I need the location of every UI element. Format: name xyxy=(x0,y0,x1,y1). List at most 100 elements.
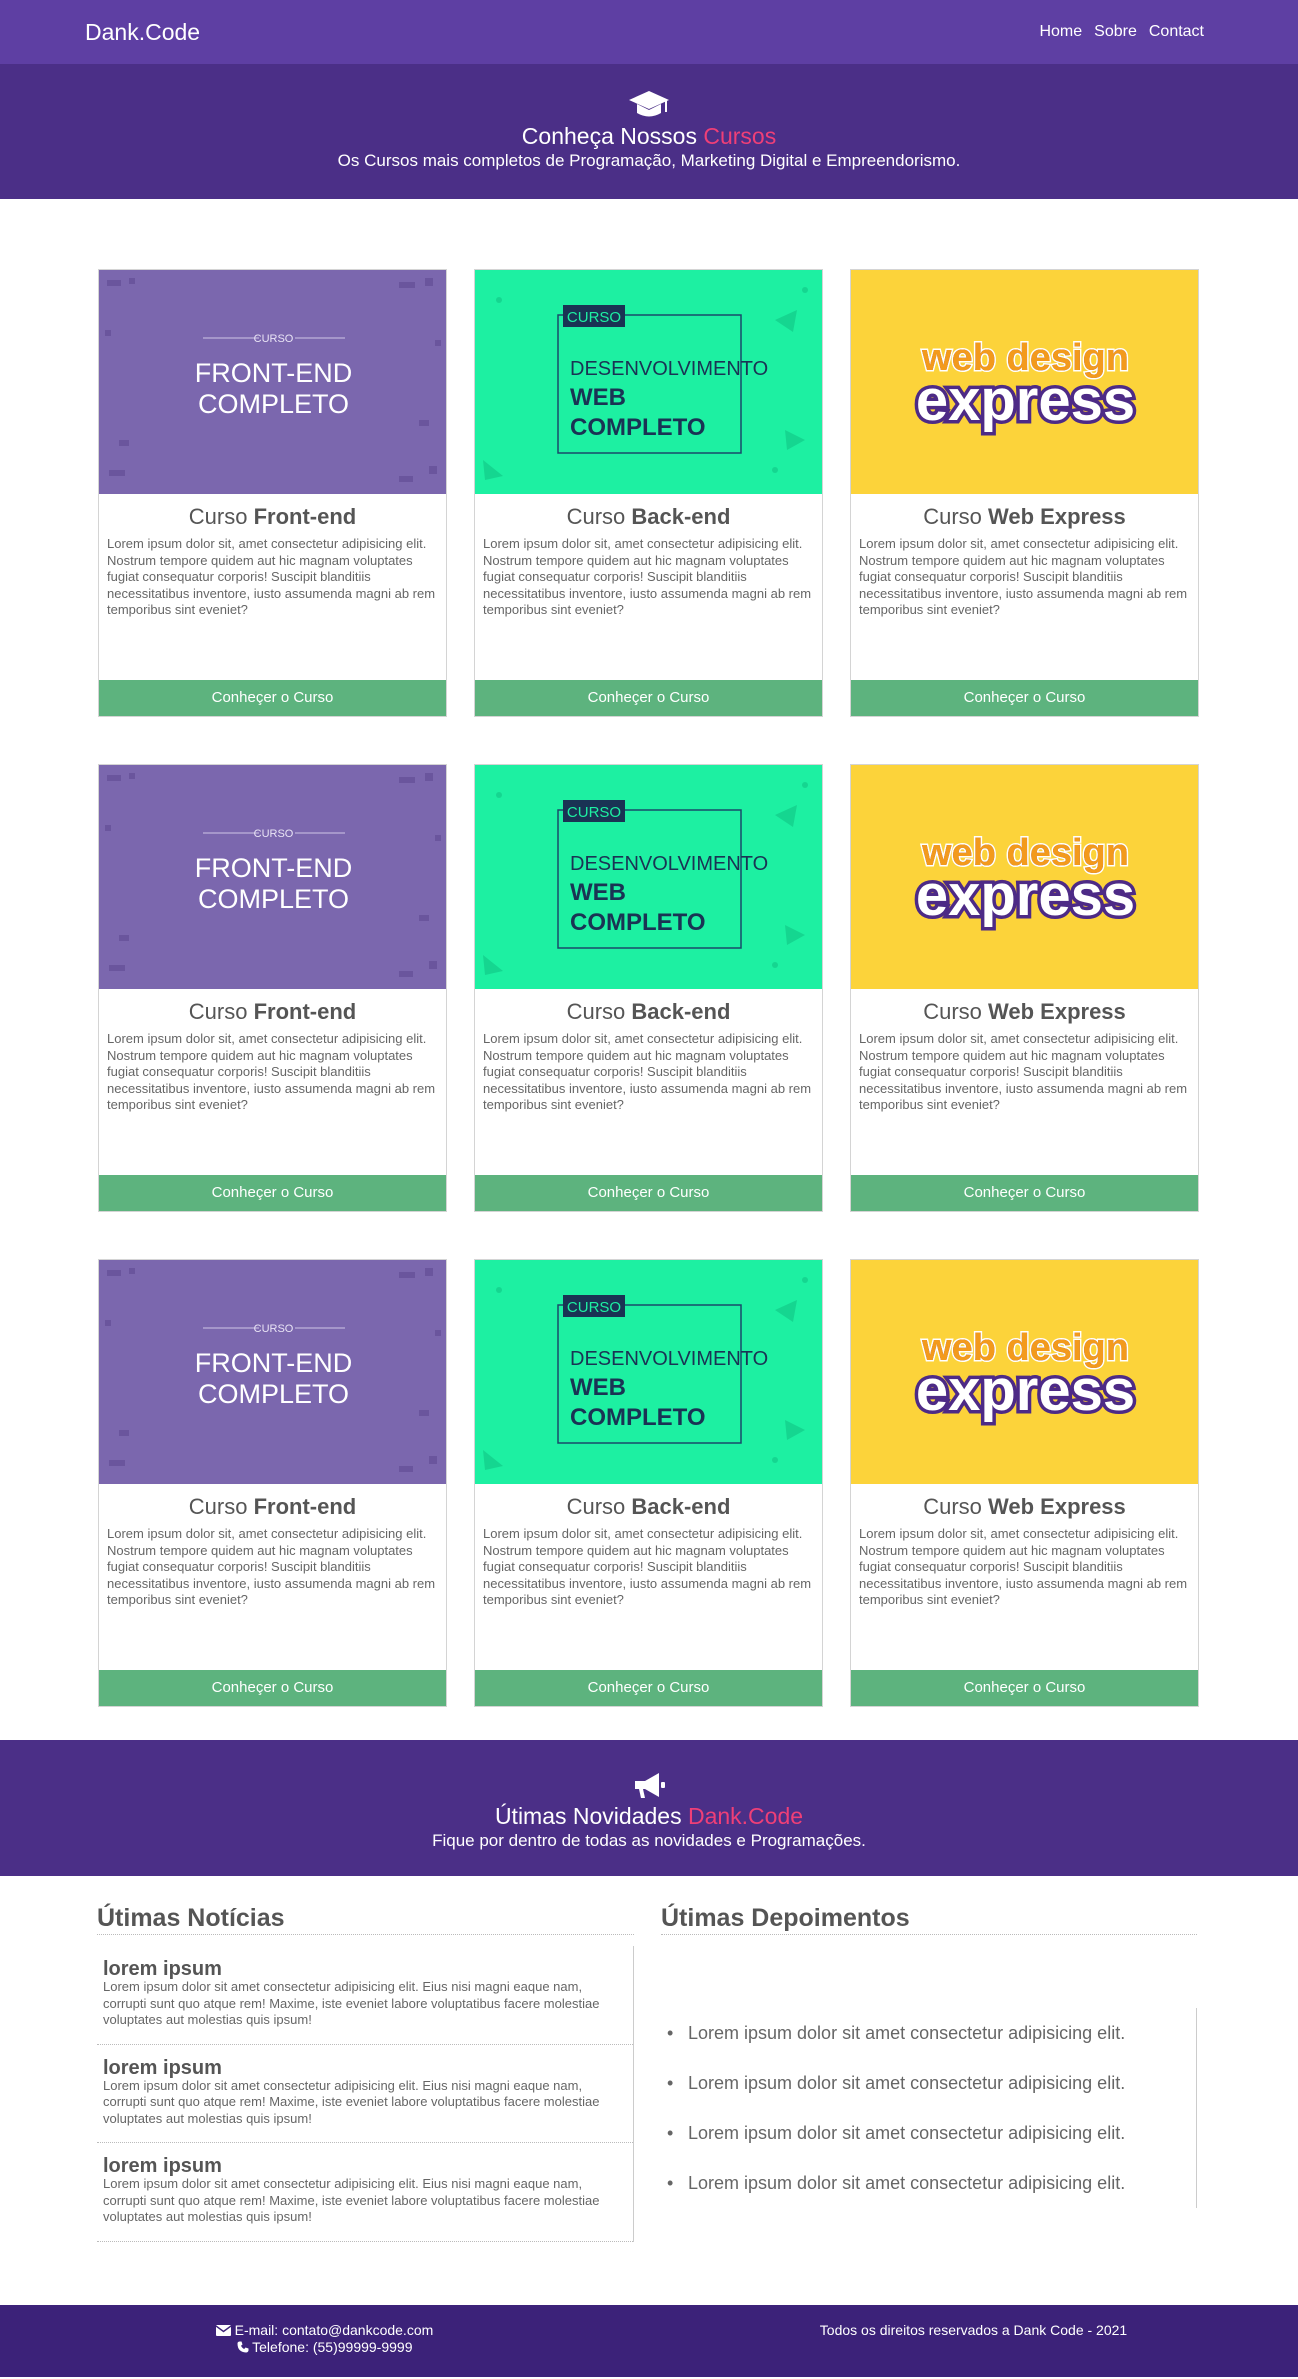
thumb-front-line1: FRONT-END xyxy=(195,358,353,388)
course-card-web: web design web design express Curso Web Exp… xyxy=(850,269,1199,717)
news-list: lorem ipsum Lorem ipsum dolor sit amet c… xyxy=(97,1946,634,2242)
thumb-back-line3: COMPLETO xyxy=(570,1404,706,1431)
testimonial-item: Lorem ipsum dolor sit amet consectetur a… xyxy=(667,2108,1196,2158)
testimonials-title: Útimas Depoimentos xyxy=(661,1904,1197,1935)
course-thumbnail[interactable]: web design web design express xyxy=(851,765,1198,989)
news-item[interactable]: lorem ipsum Lorem ipsum dolor sit amet c… xyxy=(97,2143,633,2242)
thumb-front-line1: FRONT-END xyxy=(195,853,353,883)
course-card-front: CURSO FRONT-END COMPLETO Curso Front-end Lor… xyxy=(98,269,447,717)
thumb-front-line2: COMPLETO xyxy=(198,1379,349,1409)
thumb-back-line1: DESENVOLVIMENTO xyxy=(570,1348,768,1370)
course-title-plain: Curso xyxy=(923,999,988,1024)
course-thumbnail[interactable]: CURSO DESENVOLVIMENTO WEB COMPLETO xyxy=(475,1260,822,1484)
footer-email[interactable]: E-mail: contato@dankcode.com xyxy=(235,2322,434,2338)
course-description: Lorem ipsum dolor sit, amet consectetur … xyxy=(483,1526,812,1607)
news-item[interactable]: lorem ipsum Lorem ipsum dolor sit amet c… xyxy=(97,2045,633,2143)
course-button[interactable]: Conheçer o Curso xyxy=(475,680,822,716)
course-thumbnail[interactable]: CURSO FRONT-END COMPLETO xyxy=(99,765,446,989)
course-description: Lorem ipsum dolor sit, amet consectetur … xyxy=(107,1526,436,1607)
course-title-plain: Curso xyxy=(188,1494,254,1519)
course-thumbnail[interactable]: CURSO FRONT-END COMPLETO xyxy=(99,270,446,494)
course-title-bold: Back-end xyxy=(631,1494,731,1519)
thumb-front-small: CURSO xyxy=(254,333,294,345)
nav-home[interactable]: Home xyxy=(1039,23,1082,41)
course-description: Lorem ipsum dolor sit, amet consectetur … xyxy=(859,1526,1188,1607)
course-button[interactable]: Conheçer o Curso xyxy=(851,1175,1198,1211)
footer-rights: Todos os direitos reservados a Dank Code… xyxy=(819,2322,1128,2338)
thumb-web-line2: express xyxy=(916,368,1135,433)
course-description: Lorem ipsum dolor sit, amet consectetur … xyxy=(107,536,436,617)
course-title: Curso Back-end xyxy=(475,999,822,1025)
course-card-back: CURSO DESENVOLVIMENTO WEB COMPLETO Curso Bac… xyxy=(474,764,823,1212)
course-thumbnail[interactable]: CURSO DESENVOLVIMENTO WEB COMPLETO xyxy=(475,270,822,494)
course-thumbnail[interactable]: web design web design express xyxy=(851,270,1198,494)
news-and-testimonials: Útimas Notícias lorem ipsum Lorem ipsum … xyxy=(0,1876,1298,2305)
testimonial-item: Lorem ipsum dolor sit amet consectetur a… xyxy=(667,2158,1196,2208)
thumb-front-line1: FRONT-END xyxy=(195,1348,353,1378)
courses-hero: Conheça Nossos Cursos Os Cursos mais com… xyxy=(0,64,1298,199)
course-card-front: CURSO FRONT-END COMPLETO Curso Front-end Lor… xyxy=(98,1259,447,1707)
course-description: Lorem ipsum dolor sit, amet consectetur … xyxy=(483,1031,812,1112)
course-title-bold: Web Express xyxy=(988,504,1126,529)
news-band-subtitle: Fique por dentro de todas as novidades e… xyxy=(432,1831,866,1850)
course-title: Curso Front-end xyxy=(99,1494,446,1520)
course-button[interactable]: Conheçer o Curso xyxy=(851,1670,1198,1706)
nav-sobre[interactable]: Sobre xyxy=(1094,23,1137,41)
course-title: Curso Front-end xyxy=(99,504,446,530)
navbar: Dank.Code Home Sobre Contact xyxy=(0,0,1298,64)
course-description: Lorem ipsum dolor sit, amet consectetur … xyxy=(107,1031,436,1112)
course-thumbnail[interactable]: CURSO FRONT-END COMPLETO xyxy=(99,1260,446,1484)
course-button[interactable]: Conheçer o Curso xyxy=(475,1175,822,1211)
nav-contact[interactable]: Contact xyxy=(1149,23,1204,41)
testimonials-column: Útimas Depoimentos Lorem ipsum dolor sit… xyxy=(661,1904,1197,2305)
thumb-front-small: CURSO xyxy=(254,828,294,840)
phone-icon xyxy=(237,2339,253,2355)
course-button[interactable]: Conheçer o Curso xyxy=(475,1670,822,1706)
hero-title-accent: Cursos xyxy=(703,123,777,149)
course-card-web: web design web design express Curso Web Exp… xyxy=(850,764,1199,1212)
course-button[interactable]: Conheçer o Curso xyxy=(99,1175,446,1211)
course-button[interactable]: Conheçer o Curso xyxy=(851,680,1198,716)
hero-title-prefix: Conheça Nossos xyxy=(521,123,704,149)
course-title-plain: Curso xyxy=(566,999,632,1024)
news-band-title: Útimas Novidades Dank.Code xyxy=(0,1802,1298,1830)
course-title-plain: Curso xyxy=(923,1494,988,1519)
news-text: Lorem ipsum dolor sit amet consectetur a… xyxy=(103,2077,600,2126)
news-band-title-prefix: Útimas Novidades xyxy=(494,1803,688,1829)
course-title-plain: Curso xyxy=(566,1494,632,1519)
course-description: Lorem ipsum dolor sit, amet consectetur … xyxy=(483,536,812,617)
footer-phone[interactable]: Telefone: (55)99999-9999 xyxy=(252,2339,412,2355)
brand-logo[interactable]: Dank.Code xyxy=(85,19,200,46)
course-title-bold: Web Express xyxy=(988,999,1126,1024)
news-text: Lorem ipsum dolor sit amet consectetur a… xyxy=(103,2176,600,2224)
thumb-back-tag: CURSO xyxy=(567,1299,621,1316)
course-card-back: CURSO DESENVOLVIMENTO WEB COMPLETO Curso Bac… xyxy=(474,1259,823,1707)
courses-section: CURSO FRONT-END COMPLETO Curso Front-end Lor… xyxy=(0,199,1298,1740)
news-heading: lorem ipsum xyxy=(103,2155,222,2177)
course-description: Lorem ipsum dolor sit, amet consectetur … xyxy=(859,536,1188,617)
course-card-back: CURSO DESENVOLVIMENTO WEB COMPLETO Curso Bac… xyxy=(474,269,823,717)
footer-email-row: E-mail: contato@dankcode.com xyxy=(0,2322,649,2339)
course-title-bold: Front-end xyxy=(253,504,357,529)
course-thumbnail[interactable]: web design web design express xyxy=(851,1260,1198,1484)
course-title-bold: Front-end xyxy=(253,999,357,1024)
course-thumbnail[interactable]: CURSO DESENVOLVIMENTO WEB COMPLETO xyxy=(475,765,822,989)
course-title-plain: Curso xyxy=(923,504,988,529)
course-title: Curso Back-end xyxy=(475,504,822,530)
course-button[interactable]: Conheçer o Curso xyxy=(99,680,446,716)
course-title: Curso Back-end xyxy=(475,1494,822,1520)
course-title: Curso Front-end xyxy=(99,999,446,1025)
course-card-front: CURSO FRONT-END COMPLETO Curso Front-end Lor… xyxy=(98,764,447,1212)
hero-subtitle: Os Cursos mais completos de Programação,… xyxy=(337,151,961,170)
thumb-back-line2: WEB xyxy=(570,1374,626,1401)
thumb-back-tag: CURSO xyxy=(567,309,621,326)
news-title: Útimas Notícias xyxy=(97,1904,634,1935)
thumb-front-small: CURSO xyxy=(254,1323,294,1335)
thumb-web-line2: express xyxy=(916,1358,1135,1423)
course-title-bold: Back-end xyxy=(631,999,731,1024)
thumb-back-tag: CURSO xyxy=(567,804,621,821)
news-item[interactable]: lorem ipsum Lorem ipsum dolor sit amet c… xyxy=(97,1946,633,2045)
course-button[interactable]: Conheçer o Curso xyxy=(99,1670,446,1706)
thumb-back-line3: COMPLETO xyxy=(570,909,706,936)
envelope-icon xyxy=(215,2322,235,2338)
